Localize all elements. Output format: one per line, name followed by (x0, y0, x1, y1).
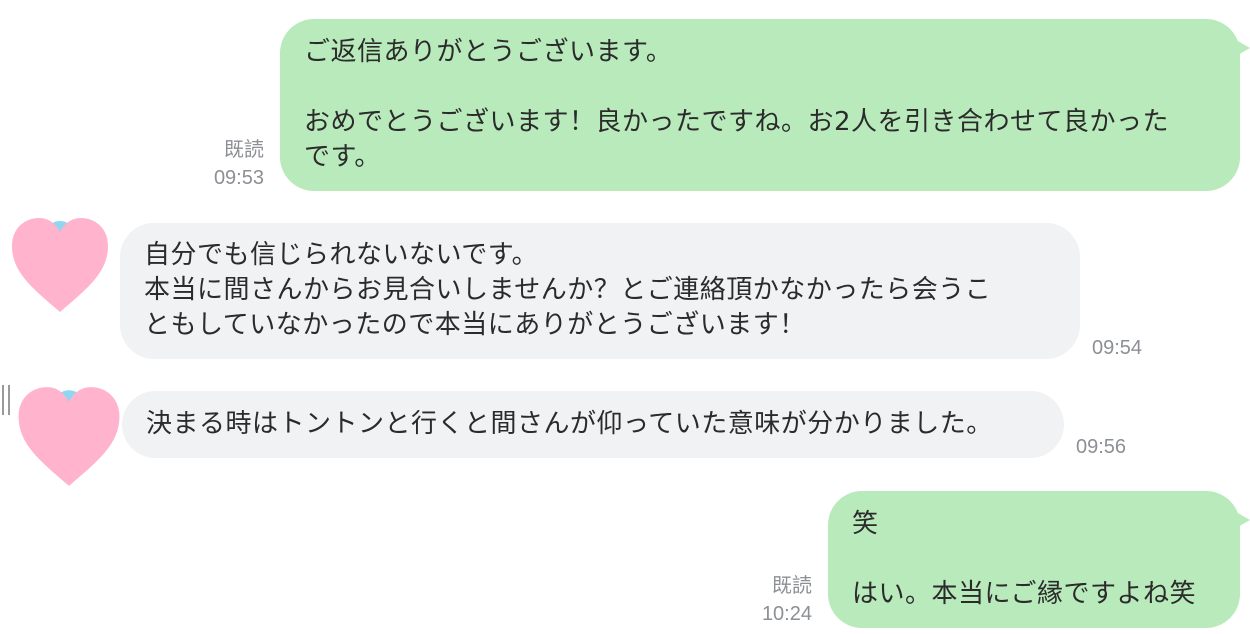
message-text: ともしていなかったので本当にありがとうございます！ (144, 310, 806, 340)
drag-handle[interactable] (2, 385, 12, 415)
message-bubble-outgoing[interactable]: ご返信ありがとうございます。 おめでとうございます！良かったですね。お2人を引き… (280, 19, 1240, 191)
message-text: 本当に間さんからお見合いしませんか？とご連絡頂かなかったら会うこ (144, 275, 992, 305)
message-time: 09:54 (1092, 337, 1143, 359)
bubble-tail (1236, 40, 1250, 56)
message-text: です。 (304, 142, 381, 172)
message-time: 09:53 (213, 167, 264, 189)
avatar[interactable] (12, 216, 108, 314)
heart-avatar-icon (18, 387, 120, 486)
message-time: 09:56 (1076, 436, 1127, 458)
message-text: おめでとうございます！良かったですね。お2人を引き合わせて良かった (304, 107, 1170, 137)
message-meta: 既読 10:24 (762, 572, 812, 628)
message-bubble-incoming[interactable]: 自分でも信じられないないです。 本当に間さんからお見合いしませんか？とご連絡頂か… (120, 223, 1080, 359)
read-receipt: 既読 (772, 575, 812, 597)
message-bubble-outgoing[interactable]: 笑 はい。本当にご縁ですよね笑 (828, 491, 1240, 628)
chat-view: 既読 09:53 ご返信ありがとうございます。 おめでとうございます！良かったで… (0, 0, 1250, 634)
bubble-tail (1236, 512, 1250, 528)
message-text: 自分でも信じられないないです。 (144, 240, 539, 270)
message-text: はい。本当にご縁ですよね笑 (852, 579, 1196, 609)
heart-avatar-icon (12, 218, 108, 312)
message-text: 笑 (852, 509, 879, 539)
message-text: 決まる時はトントンと行くと間さんが仰っていた意味が分かりました。 (146, 409, 993, 439)
read-receipt: 既読 (224, 139, 264, 161)
message-bubble-incoming[interactable]: 決まる時はトントンと行くと間さんが仰っていた意味が分かりました。 (122, 391, 1064, 458)
avatar[interactable] (18, 385, 120, 488)
message-meta: 既読 09:53 (214, 136, 264, 192)
message-time: 10:24 (761, 603, 812, 625)
message-text: ご返信ありがとうございます。 (304, 37, 673, 67)
